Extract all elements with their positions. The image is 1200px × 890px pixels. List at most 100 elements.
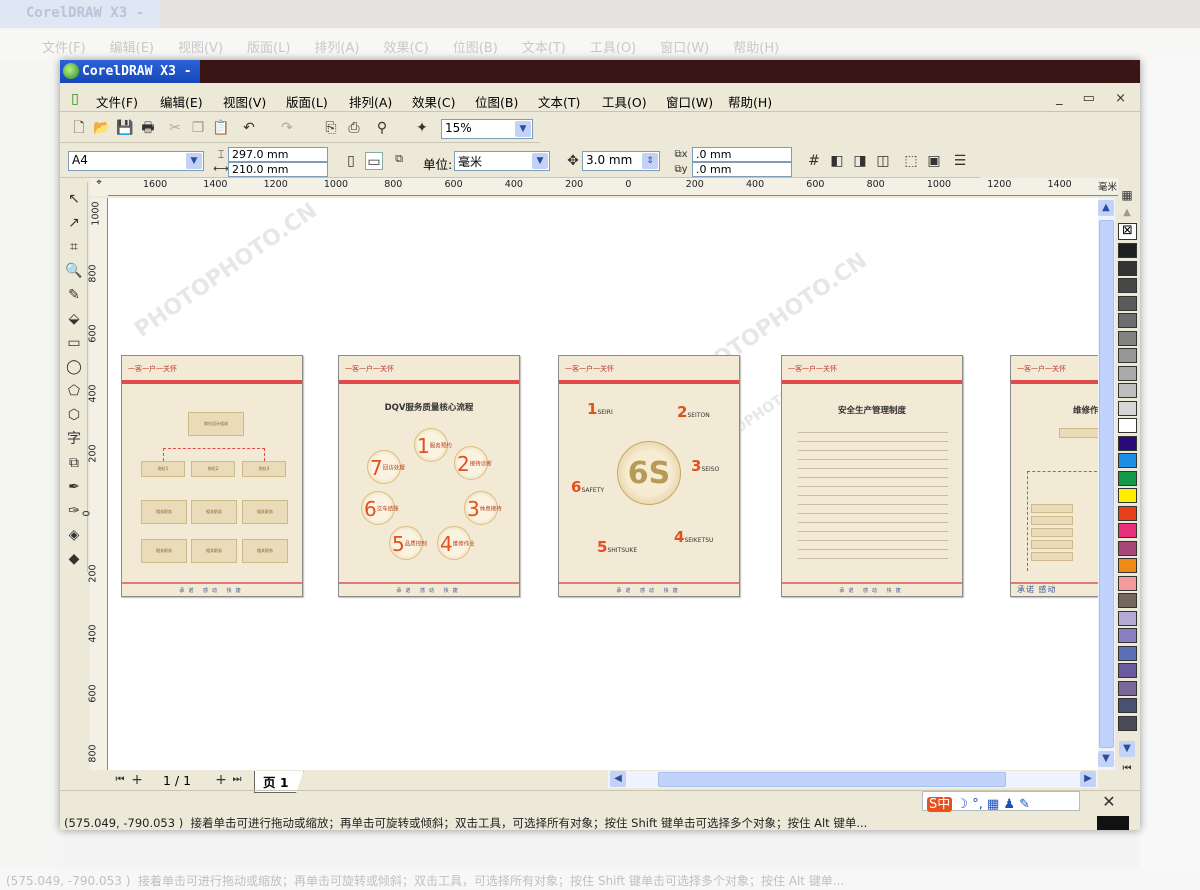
- menu-bitmaps[interactable]: 位图(B): [475, 92, 518, 111]
- export-icon[interactable]: ⎙: [345, 119, 363, 137]
- horizontal-scroll-thumb[interactable]: [658, 772, 1006, 787]
- horizontal-scrollbar[interactable]: ◀ ▶: [608, 771, 1098, 788]
- color-swatch[interactable]: [1118, 575, 1137, 591]
- color-swatch[interactable]: [1118, 365, 1137, 381]
- color-swatch[interactable]: [1118, 243, 1137, 258]
- new-icon[interactable]: 🗋: [70, 119, 88, 137]
- color-swatch[interactable]: [1118, 348, 1137, 363]
- menu-arrange[interactable]: 排列(A): [349, 92, 392, 111]
- fill-tool-icon[interactable]: ◈: [65, 526, 83, 544]
- title-bar[interactable]: CorelDRAW X3 -: [60, 60, 1140, 83]
- zoom-level-select[interactable]: 15% ▼: [441, 119, 533, 139]
- color-swatch[interactable]: [1118, 540, 1137, 556]
- shape-tool-icon[interactable]: ↗: [65, 214, 83, 232]
- print-icon[interactable]: 🖶: [139, 119, 157, 137]
- horizontal-ruler[interactable]: 1600 1400 1200 1000 800 600 400 200 0 200 400 600 80…: [108, 178, 1118, 196]
- zoom-tool-icon[interactable]: 🔍: [65, 262, 83, 280]
- interactive-fill-icon[interactable]: ◆: [65, 550, 83, 568]
- polygon-tool-icon[interactable]: ⬠: [65, 382, 83, 400]
- color-swatch[interactable]: [1118, 470, 1137, 486]
- snap-to-guidelines-icon[interactable]: ◧: [828, 152, 846, 170]
- menu-text[interactable]: 文本(T): [538, 92, 580, 111]
- menu-edit[interactable]: 编辑(E): [160, 92, 203, 111]
- vertical-scrollbar[interactable]: ▲ ▼: [1098, 198, 1115, 770]
- application-launcher-icon[interactable]: ⚲: [373, 119, 391, 137]
- freehand-tool-icon[interactable]: ✎: [65, 286, 83, 304]
- color-swatch[interactable]: [1118, 435, 1137, 451]
- drawing-canvas[interactable]: PHOTOPHOTO.CN PHOTOPHOTO.CN PHOTOPHOTO.C…: [108, 198, 1098, 770]
- color-swatch[interactable]: [1118, 278, 1137, 293]
- duplicate-x-input[interactable]: .0 mm: [692, 147, 792, 162]
- basic-shapes-icon[interactable]: ⬡: [65, 406, 83, 424]
- palette-scroll-down-icon[interactable]: ▼: [1119, 741, 1135, 757]
- outline-tool-icon[interactable]: ✑: [65, 502, 83, 520]
- vertical-ruler[interactable]: 1000 800 600 400 200 0 200 400 600 800: [82, 198, 108, 770]
- palette-options-icon[interactable]: ▦: [1118, 186, 1136, 204]
- portrait-icon[interactable]: ▯: [342, 152, 360, 170]
- color-swatch[interactable]: [1118, 663, 1137, 678]
- color-swatch[interactable]: [1118, 453, 1137, 468]
- options-icon[interactable]: ☰: [951, 152, 969, 170]
- menu-help[interactable]: 帮助(H): [728, 92, 772, 111]
- snap-to-grid-icon[interactable]: #: [805, 152, 823, 170]
- page-safety-rules[interactable]: 一客一户一关怀 安全生产管理制度 承诺 感动 快捷: [781, 355, 963, 597]
- snap-to-objects-icon[interactable]: ◨: [851, 152, 869, 170]
- pick-tool-icon[interactable]: ↖: [65, 190, 83, 208]
- color-swatch[interactable]: [1118, 628, 1137, 643]
- save-icon[interactable]: 💾: [116, 119, 134, 137]
- all-pages-icon[interactable]: ⧉: [390, 150, 408, 168]
- color-swatch[interactable]: [1118, 610, 1137, 626]
- vertical-scroll-thumb[interactable]: [1099, 220, 1114, 748]
- color-swatch[interactable]: [1118, 383, 1137, 398]
- treat-as-filled-icon[interactable]: ⬚: [902, 152, 920, 170]
- document-window-controls[interactable]: _ ▭ ×: [1056, 91, 1134, 106]
- add-page-before-icon[interactable]: +: [128, 771, 146, 789]
- color-swatch[interactable]: [1118, 330, 1137, 346]
- ime-toolbar[interactable]: S中 ☽ °, ▦ ♟ ✎: [922, 791, 1080, 812]
- redo-icon[interactable]: ↷: [278, 119, 296, 137]
- smart-fill-icon[interactable]: ⬙: [65, 310, 83, 328]
- first-page-icon[interactable]: ⏮: [111, 771, 129, 789]
- paper-type-select[interactable]: A4 ▼: [68, 151, 204, 171]
- scroll-right-icon[interactable]: ▶: [1080, 771, 1096, 787]
- color-swatch[interactable]: [1118, 645, 1137, 661]
- draw-bounding-box-icon[interactable]: ▣: [925, 152, 943, 170]
- menu-file[interactable]: 文件(F): [96, 92, 138, 111]
- palette-expand-icon[interactable]: ⏮: [1118, 760, 1136, 778]
- spinner-icon[interactable]: ⇕: [642, 153, 658, 169]
- last-page-icon[interactable]: ⏭: [228, 771, 246, 789]
- nudge-distance-input[interactable]: 3.0 mm ⇕: [582, 151, 660, 171]
- interactive-blend-icon[interactable]: ⧉: [65, 454, 83, 472]
- menu-window[interactable]: 窗口(W): [666, 92, 713, 111]
- undo-icon[interactable]: ↶: [240, 119, 258, 137]
- menu-view[interactable]: 视图(V): [223, 92, 266, 111]
- color-swatch[interactable]: [1118, 313, 1137, 328]
- menu-effects[interactable]: 效果(C): [412, 92, 455, 111]
- page-width-input[interactable]: 210.0 mm: [228, 162, 328, 177]
- page-dqv-process[interactable]: 一客一户一关怀 DQV服务质量核心流程 1服务预约 2接待诊断 3休息接待 4维…: [338, 355, 520, 597]
- page-height-input[interactable]: 297.0 mm: [228, 147, 328, 162]
- eyedropper-icon[interactable]: ✒: [65, 478, 83, 496]
- close-docker-icon[interactable]: ✕: [1100, 793, 1118, 811]
- color-swatch[interactable]: [1118, 488, 1137, 503]
- dynamic-guides-icon[interactable]: ◫: [874, 152, 892, 170]
- crop-tool-icon[interactable]: ⌗: [65, 238, 83, 256]
- page-org-chart[interactable]: 一客一户一关怀 岗位设计组成 岗位1 岗位2 岗位3 相关职务 相关职务 相关职…: [121, 355, 303, 597]
- color-swatch[interactable]: [1118, 418, 1137, 433]
- page-repair[interactable]: 一客一户一关怀 维修作 承诺 感动: [1010, 355, 1098, 597]
- color-swatch[interactable]: [1118, 505, 1137, 521]
- open-icon[interactable]: 📂: [93, 119, 111, 137]
- rectangle-tool-icon[interactable]: ▭: [65, 334, 83, 352]
- palette-scroll-up-icon[interactable]: ▲: [1118, 204, 1136, 222]
- menu-layout[interactable]: 版面(L): [286, 92, 328, 111]
- color-swatch[interactable]: [1118, 715, 1137, 731]
- duplicate-y-input[interactable]: .0 mm: [692, 162, 792, 177]
- scroll-up-icon[interactable]: ▲: [1098, 200, 1114, 216]
- color-swatch[interactable]: [1118, 260, 1137, 276]
- import-icon[interactable]: ⎘: [322, 119, 340, 137]
- paste-icon[interactable]: 📋: [212, 119, 230, 137]
- color-swatch[interactable]: [1118, 680, 1137, 696]
- color-swatch[interactable]: [1118, 593, 1137, 608]
- units-select[interactable]: 毫米 ▼: [454, 151, 550, 171]
- color-swatch[interactable]: [1118, 400, 1137, 416]
